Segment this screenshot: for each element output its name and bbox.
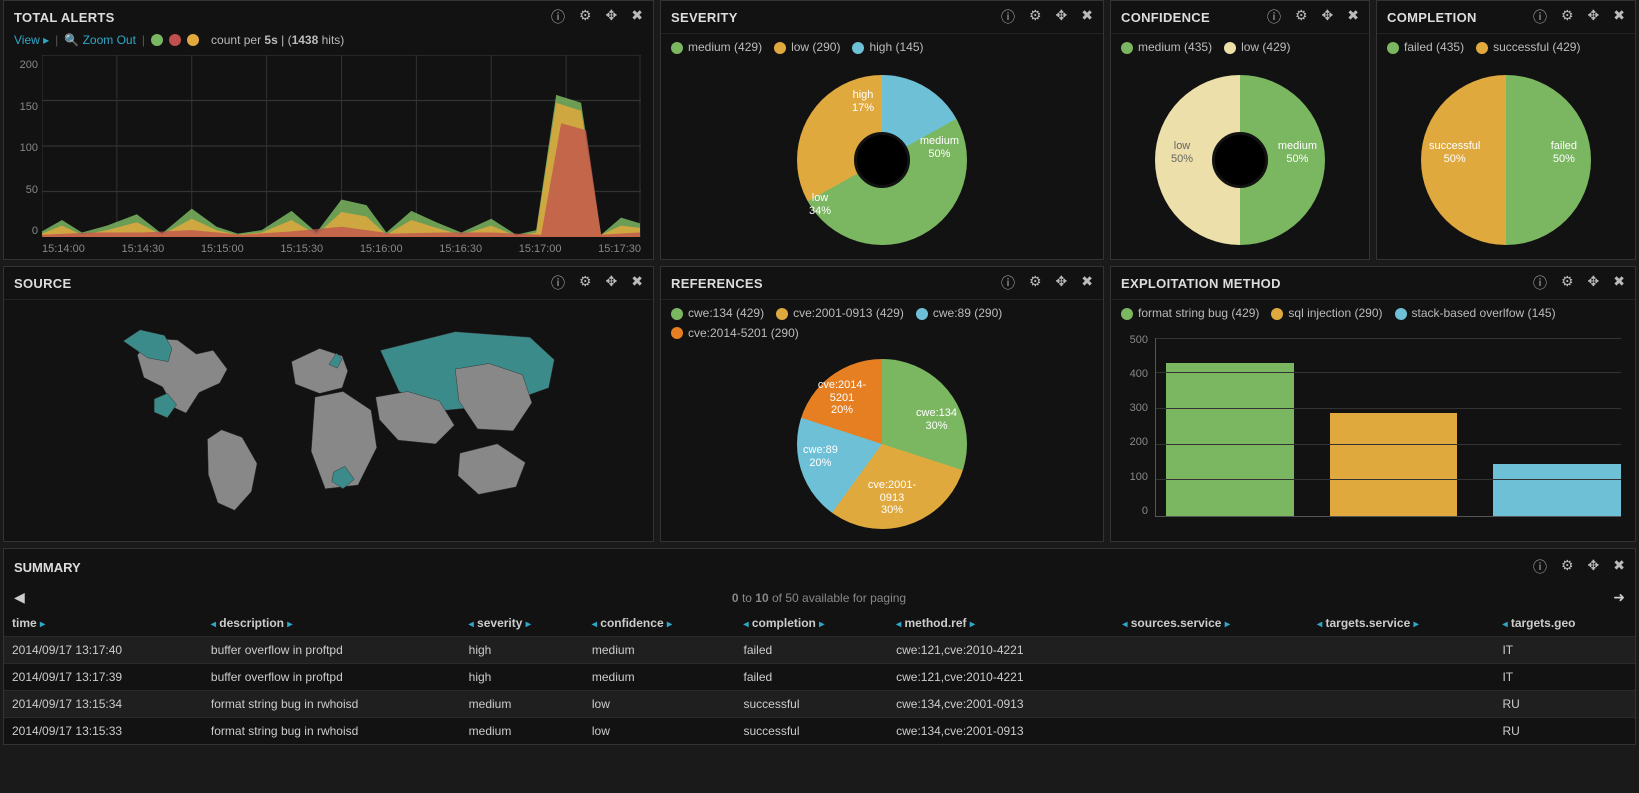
table-row[interactable]: 2014/09/17 13:17:39buffer overflow in pr… <box>4 664 1635 691</box>
table-row[interactable]: 2014/09/17 13:15:34format string bug in … <box>4 691 1635 718</box>
panel-title: SEVERITY <box>671 10 738 25</box>
close-icon[interactable]: ✖ <box>1613 7 1625 27</box>
gear-icon[interactable]: ⚙ <box>579 7 592 27</box>
col-tgtsvc[interactable]: ◂ targets.service ▸ <box>1309 610 1494 637</box>
bar-format-string[interactable] <box>1166 363 1294 516</box>
panel-completion: COMPLETION ⓘ⚙✥✖ failed (435) successful … <box>1376 0 1636 260</box>
panel-title: EXPLOITATION METHOD <box>1121 276 1281 291</box>
panel-references: REFERENCES ⓘ⚙✥✖ cwe:134 (429) cve:2001-0… <box>660 266 1104 542</box>
legend-dot <box>169 34 181 46</box>
col-confidence[interactable]: ◂ confidence ▸ <box>584 610 736 637</box>
gear-icon[interactable]: ⚙ <box>1561 7 1574 27</box>
move-icon[interactable]: ✥ <box>1588 273 1600 293</box>
col-srcsvc[interactable]: ◂ sources.service ▸ <box>1114 610 1309 637</box>
col-completion[interactable]: ◂ completion ▸ <box>735 610 888 637</box>
move-icon[interactable]: ✥ <box>1588 7 1600 27</box>
col-description[interactable]: ◂ description ▸ <box>203 610 461 637</box>
gear-icon[interactable]: ⚙ <box>1029 7 1042 27</box>
summary-table: time ▸ ◂ description ▸ ◂ severity ▸ ◂ co… <box>4 610 1635 744</box>
close-icon[interactable]: ✖ <box>1613 557 1625 577</box>
confidence-donut[interactable]: medium50% low50% <box>1155 75 1325 245</box>
view-link[interactable]: View ▸ <box>14 33 49 47</box>
panel-title: SOURCE <box>14 276 71 291</box>
alerts-subbar: View ▸ | 🔍 Zoom Out | count per 5s | (14… <box>4 33 653 53</box>
move-icon[interactable]: ✥ <box>1056 273 1068 293</box>
severity-donut[interactable]: high17% medium50% low34% <box>797 75 967 245</box>
move-icon[interactable]: ✥ <box>1056 7 1068 27</box>
info-icon[interactable]: ⓘ <box>551 273 565 293</box>
info-icon[interactable]: ⓘ <box>1533 273 1547 293</box>
table-row[interactable]: 2014/09/17 13:17:40buffer overflow in pr… <box>4 637 1635 664</box>
info-icon[interactable]: ⓘ <box>1533 7 1547 27</box>
panel-title: REFERENCES <box>671 276 763 291</box>
world-map[interactable] <box>4 300 653 541</box>
info-icon[interactable]: ⓘ <box>1267 7 1281 27</box>
panel-total-alerts: TOTAL ALERTS ⓘ ⚙ ✥ ✖ View ▸ | 🔍 Zoom Out… <box>3 0 654 260</box>
legend-dot <box>187 34 199 46</box>
col-severity[interactable]: ◂ severity ▸ <box>461 610 584 637</box>
close-icon[interactable]: ✖ <box>1613 273 1625 293</box>
close-icon[interactable]: ✖ <box>1081 7 1093 27</box>
panel-exploitation: EXPLOITATION METHOD ⓘ⚙✥✖ format string b… <box>1110 266 1636 542</box>
close-icon[interactable]: ✖ <box>631 7 643 27</box>
gear-icon[interactable]: ⚙ <box>1561 273 1574 293</box>
hits-label: count per 5s | (1438 hits) <box>211 33 344 47</box>
info-icon[interactable]: ⓘ <box>1001 273 1015 293</box>
move-icon[interactable]: ✥ <box>1322 7 1334 27</box>
col-method[interactable]: ◂ method.ref ▸ <box>888 610 1114 637</box>
panel-header: TOTAL ALERTS ⓘ ⚙ ✥ ✖ <box>4 1 653 33</box>
move-icon[interactable]: ✥ <box>1588 557 1600 577</box>
panel-summary: SUMMARY ⓘ ⚙ ✥ ✖ ◀ 0 to 10 of 50 available f… <box>3 548 1636 745</box>
panel-severity: SEVERITY ⓘ ⚙ ✥ ✖ medium (429) low (290) hig… <box>660 0 1104 260</box>
gear-icon[interactable]: ⚙ <box>1029 273 1042 293</box>
zoom-out-link[interactable]: 🔍 Zoom Out <box>64 33 136 47</box>
gear-icon[interactable]: ⚙ <box>1295 7 1308 27</box>
bar-stack-overflow[interactable] <box>1493 464 1621 516</box>
panel-title: COMPLETION <box>1387 10 1477 25</box>
close-icon[interactable]: ✖ <box>631 273 643 293</box>
info-icon[interactable]: ⓘ <box>1533 557 1547 577</box>
exploitation-barchart[interactable]: 0100200300400500 <box>1121 334 1625 533</box>
legend-dot <box>151 34 163 46</box>
info-icon[interactable]: ⓘ <box>1001 7 1015 27</box>
info-icon[interactable]: ⓘ <box>551 7 565 27</box>
pager-text: 0 to 10 of 50 available for paging <box>732 591 906 605</box>
panel-source: SOURCE ⓘ ⚙ ✥ ✖ <box>3 266 654 542</box>
col-time[interactable]: time ▸ <box>4 610 203 637</box>
panel-confidence: CONFIDENCE ⓘ⚙✥✖ medium (435) low (429) m… <box>1110 0 1370 260</box>
col-geo[interactable]: ◂ targets.geo <box>1494 610 1635 637</box>
alerts-chart[interactable]: 200150100500 15:14:0015:14:30 <box>12 55 645 257</box>
gear-icon[interactable]: ⚙ <box>579 273 592 293</box>
move-icon[interactable]: ✥ <box>606 273 618 293</box>
close-icon[interactable]: ✖ <box>1081 273 1093 293</box>
panel-icons: ⓘ ⚙ ✥ ✖ <box>551 7 643 27</box>
move-icon[interactable]: ✥ <box>606 7 618 27</box>
close-icon[interactable]: ✖ <box>1347 7 1359 27</box>
completion-pie[interactable]: failed50% successful50% <box>1421 75 1591 245</box>
table-row[interactable]: 2014/09/17 13:15:33format string bug in … <box>4 718 1635 745</box>
panel-title: CONFIDENCE <box>1121 10 1210 25</box>
references-pie[interactable]: cwe:13430% cve:2001-091330% cwe:8920% cv… <box>797 359 967 529</box>
bar-sql-injection[interactable] <box>1330 413 1458 516</box>
panel-title: TOTAL ALERTS <box>14 10 115 25</box>
severity-legend: medium (429) low (290) high (145) <box>661 34 1103 62</box>
next-page-icon[interactable]: ➜ <box>1613 589 1625 606</box>
prev-page-icon[interactable]: ◀ <box>14 589 25 606</box>
gear-icon[interactable]: ⚙ <box>1561 557 1574 577</box>
panel-title: SUMMARY <box>14 560 81 575</box>
